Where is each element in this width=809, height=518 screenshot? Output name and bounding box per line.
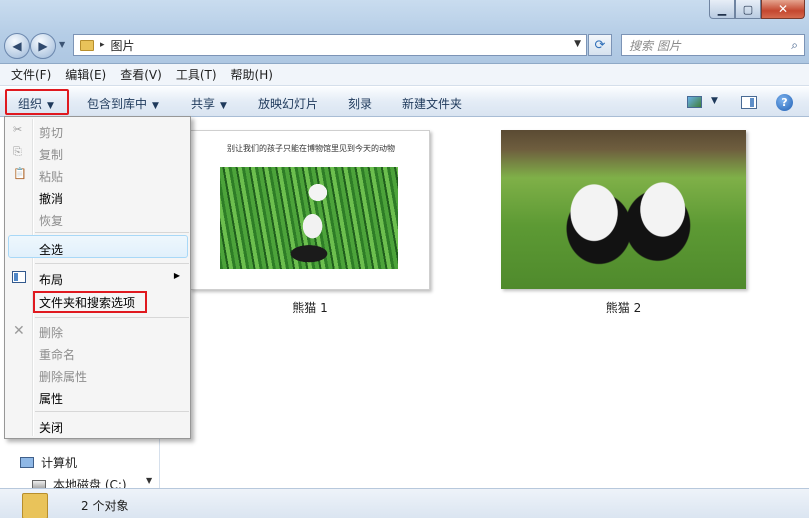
nav-item-computer[interactable]: 计算机 [20,454,77,471]
search-input[interactable]: 搜索 图片 ⌕ [621,34,805,56]
change-view-icon[interactable] [687,96,702,108]
include-in-library-button[interactable]: 包含到库中 ▼ [87,95,159,112]
thumbnail-caption-text: 别让我们的孩子只能在博物馆里见到今天的动物 [227,144,395,153]
menu-item-undo[interactable]: 撤消 [39,190,63,207]
menu-item-folder-options[interactable]: 文件夹和搜索选项 [39,294,135,311]
delete-icon: ✕ [13,323,25,339]
menu-item-paste: 粘贴 [39,170,64,184]
menu-item-hover-highlight [8,235,188,258]
menu-item-remove-properties: 删除属性 [39,370,88,384]
menu-separator [35,317,189,318]
recent-pages-dropdown[interactable]: ▼ [59,40,65,49]
menu-item-properties[interactable]: 属性 [39,390,63,407]
status-bar: 2 个对象 [0,488,809,518]
submenu-arrow-icon: ▶ [173,271,180,280]
menu-file[interactable]: 文件(F) [4,66,58,83]
address-dropdown[interactable]: ▼ [574,39,581,49]
title-bar: ▁ ▢ ✕ ◀ ▶ ▼ ▸ 图片 ▼ ⟳ 搜索 图片 ⌕ [0,0,809,64]
chevron-down-icon: ▼ [220,101,227,111]
refresh-button[interactable]: ⟳ [588,34,612,56]
menu-item-redo: 恢复 [39,214,64,228]
file-name-panda-2[interactable]: 熊猫 2 [501,299,746,316]
address-bar[interactable]: ▸ 图片 ▼ [73,34,587,56]
scroll-down-button[interactable]: ▼ [146,476,152,485]
menu-edit[interactable]: 编辑(E) [58,66,113,83]
menu-item-rename: 重命名 [39,348,76,362]
chevron-down-icon: ▼ [152,101,159,111]
folder-icon [22,493,48,518]
new-folder-button[interactable]: 新建文件夹 [402,95,462,112]
organize-button[interactable]: 组织 ▼ [18,95,54,112]
menu-separator [35,232,189,233]
breadcrumb-pictures[interactable]: 图片 [111,37,135,54]
refresh-icon: ⟳ [594,37,606,53]
menu-tools[interactable]: 工具(T) [169,66,224,83]
help-icon[interactable]: ? [776,94,793,111]
file-list: 别让我们的孩子只能在博物馆里见到今天的动物 熊猫 1 熊猫 2 [161,118,809,488]
menu-item-copy: 复制 [39,148,64,162]
organize-menu: ✂ 剪切 ⎘ 复制 📋 粘贴 撤消 恢复 全选 布局 ▶ 文件夹和搜索选项 ✕ … [4,116,191,439]
back-button[interactable]: ◀ [4,33,30,59]
menu-item-close[interactable]: 关闭 [39,419,63,436]
close-button[interactable]: ✕ [761,0,805,19]
burn-button[interactable]: 刻录 [348,95,372,112]
search-placeholder: 搜索 图片 [629,38,681,53]
nav-item-computer-label: 计算机 [41,456,78,470]
paste-icon: 📋 [13,167,27,180]
menu-help[interactable]: 帮助(H) [224,66,280,83]
slideshow-button[interactable]: 放映幻灯片 [258,95,318,112]
menu-separator [35,263,189,264]
view-options-dropdown[interactable]: ▼ [711,96,718,106]
menu-item-cut: 剪切 [39,126,64,140]
computer-icon [20,457,34,468]
item-count: 2 个对象 [81,499,129,513]
window-controls: ▁ ▢ ✕ [709,0,805,19]
menu-bar: 文件(F) 编辑(E) 查看(V) 工具(T) 帮助(H) [0,64,809,86]
file-thumbnail-panda-2[interactable] [501,130,746,289]
menu-item-delete: 删除 [39,326,64,340]
breadcrumb-separator[interactable]: ▸ [100,40,105,50]
file-thumbnail-panda-1[interactable]: 别让我们的孩子只能在博物馆里见到今天的动物 [190,130,430,290]
command-bar: 组织 ▼ 包含到库中 ▼ 共享 ▼ 放映幻灯片 刻录 新建文件夹 ▼ ? [0,87,809,117]
chevron-down-icon: ▼ [47,101,54,111]
menu-view[interactable]: 查看(V) [113,66,169,83]
share-label: 共享 [191,97,216,111]
minimize-button[interactable]: ▁ [709,0,735,19]
menu-item-layout[interactable]: 布局 [39,271,63,288]
share-button[interactable]: 共享 ▼ [191,95,227,112]
include-in-library-label: 包含到库中 [87,97,148,111]
panda-photo [220,167,398,269]
cut-icon: ✂ [13,123,23,136]
menu-separator [35,411,189,412]
arrow-left-icon: ◀ [12,39,22,53]
arrow-right-icon: ▶ [38,39,48,53]
maximize-button[interactable]: ▢ [735,0,761,19]
preview-pane-icon[interactable] [741,96,757,109]
menu-item-select-all[interactable]: 全选 [39,241,63,258]
search-icon[interactable]: ⌕ [791,38,798,53]
copy-icon: ⎘ [13,145,22,158]
file-name-panda-1[interactable]: 熊猫 1 [190,299,430,316]
layout-icon [12,271,26,283]
folder-icon [80,39,94,51]
organize-label: 组织 [18,97,43,111]
forward-button[interactable]: ▶ [30,33,56,59]
